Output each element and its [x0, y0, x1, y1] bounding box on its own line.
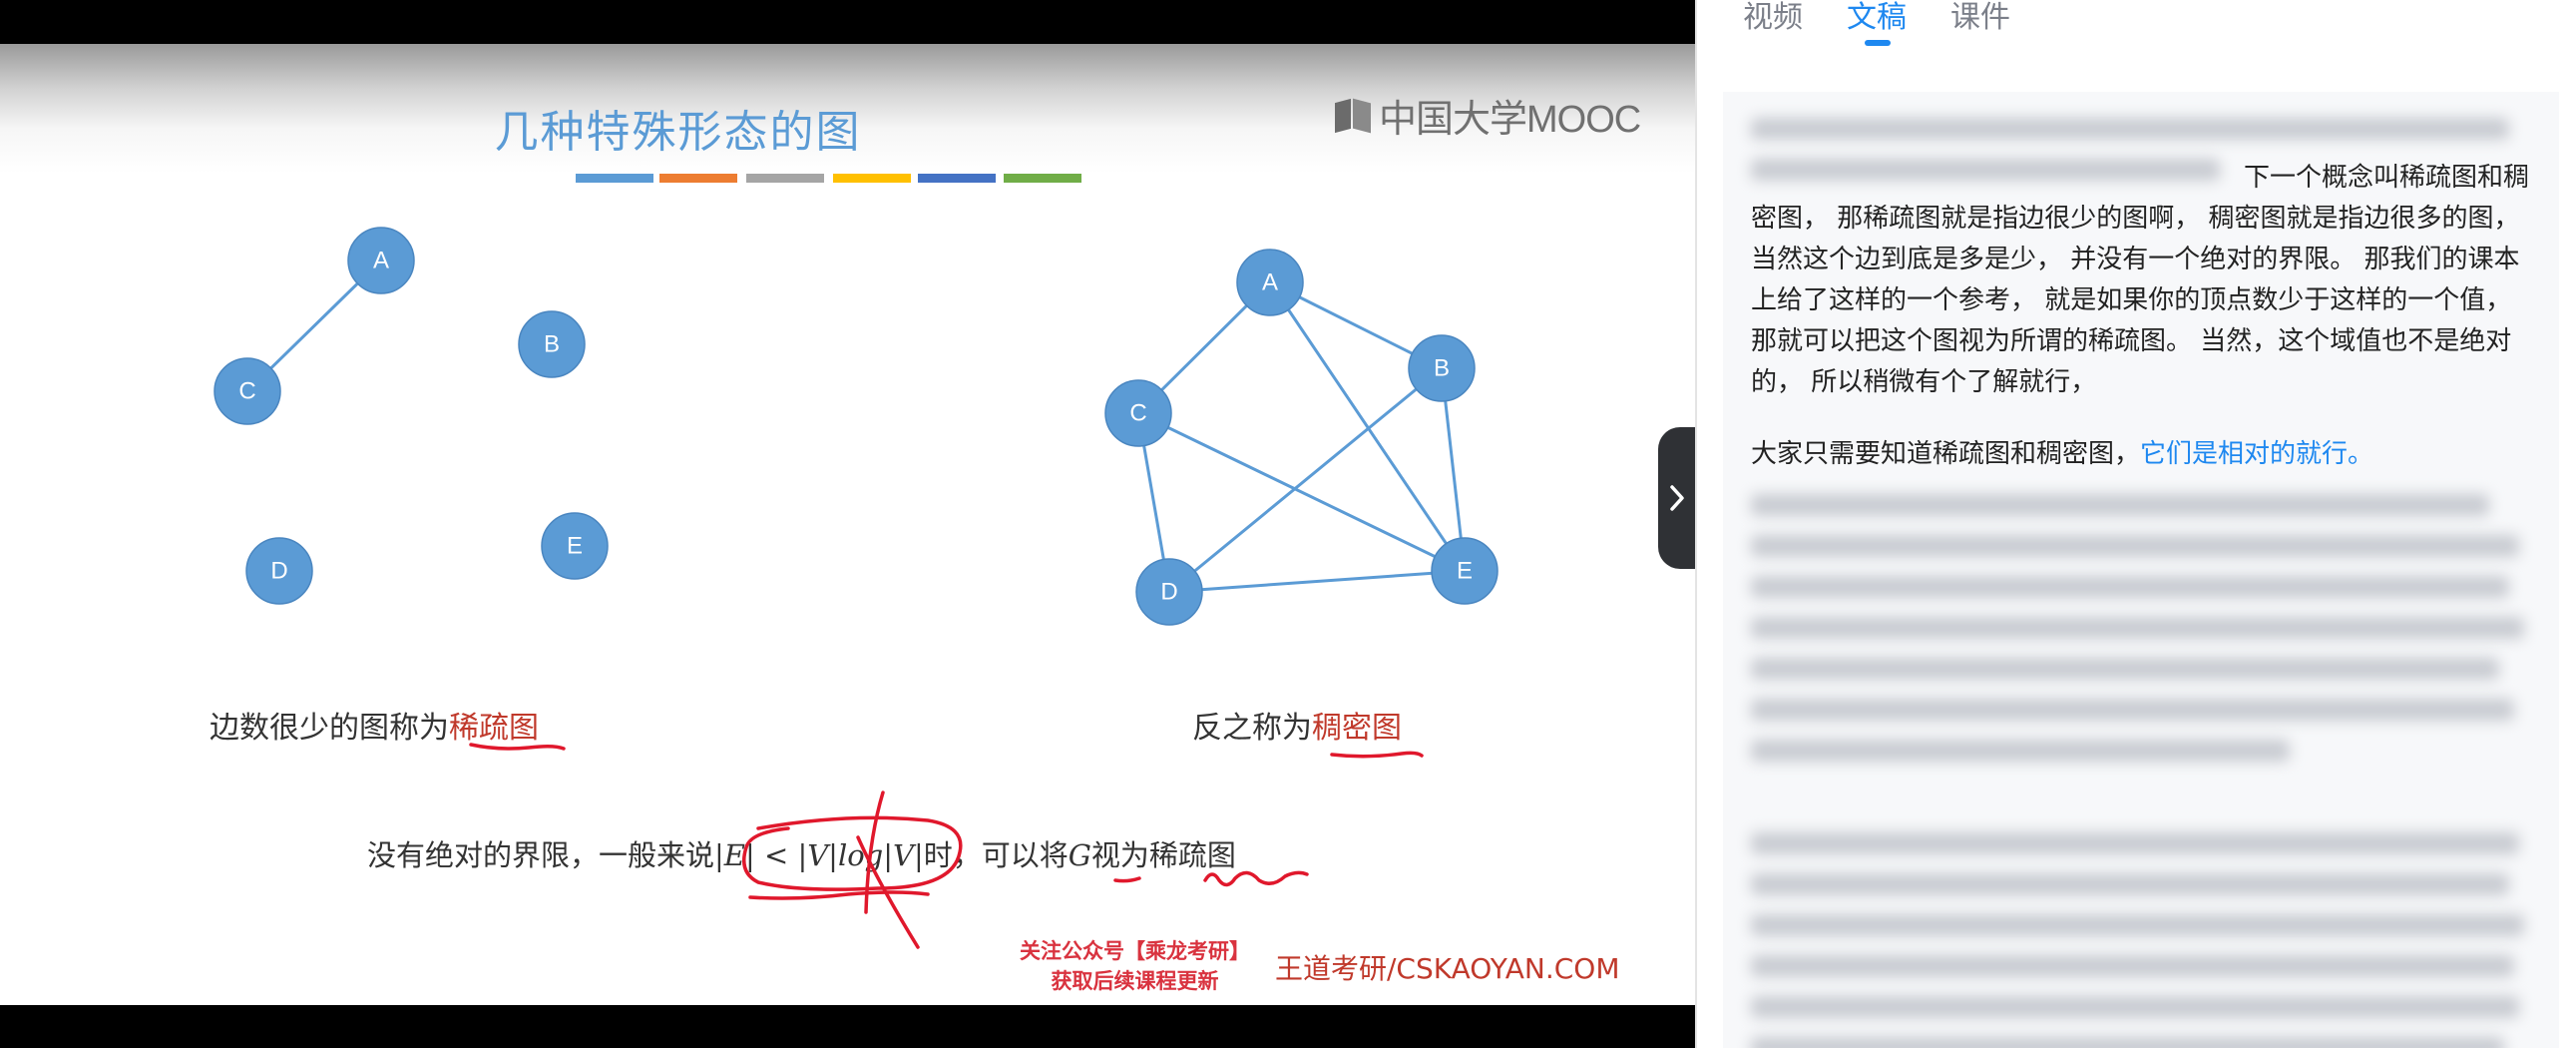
chevron-right-icon	[1670, 485, 1684, 511]
left-node-label-E: E	[567, 533, 583, 560]
tab-courseware[interactable]: 课件	[1950, 0, 2010, 54]
right-edge-AE	[1268, 281, 1467, 572]
promo-line-2: 获取后续课程更新	[1051, 969, 1219, 993]
tab-transcript[interactable]: 文稿	[1847, 0, 1907, 54]
promo-line-1: 关注公众号【乘龙考研】	[1020, 939, 1250, 963]
collapse-panel-button[interactable]	[1658, 427, 1696, 569]
transcript-blurred-below	[1751, 475, 2529, 1048]
left-node-label-A: A	[373, 248, 389, 274]
left-node-label-B: B	[544, 331, 560, 358]
transcript-area[interactable]: 下一个概念叫稀疏图和稠密图， 那稀疏图就是指边很少的图啊， 稠密图就是指边很多的…	[1723, 92, 2559, 1048]
video-player[interactable]: 几种特殊形态的图 中国大学MOOC ABCDEABCDE 边数很少的图称为稀疏图…	[0, 0, 1695, 1048]
left-node-label-C: C	[238, 378, 255, 405]
transcript-current-sentence: 它们是相对的就行。	[2140, 439, 2374, 469]
right-node-label-A: A	[1262, 269, 1278, 296]
transcript-text-plain: 大家只需要知道稀疏图和稠密图，	[1751, 439, 2141, 469]
caption-sparse-prefix: 边数很少的图称为	[210, 711, 449, 746]
sparse-threshold-note: 没有绝对的界限，一般来说|E| < |V|log|V|时，可以将G视为稀疏图	[367, 832, 1236, 874]
right-edge-CE	[1137, 411, 1466, 573]
right-node-label-B: B	[1434, 355, 1450, 382]
transcript-paragraph-1: 下一个概念叫稀疏图和稠密图， 那稀疏图就是指边很少的图啊， 稠密图就是指边很多的…	[1751, 163, 2530, 397]
right-node-label-C: C	[1129, 400, 1146, 427]
footnote-suffix: 视为稀疏图	[1090, 838, 1236, 872]
lecture-slide: 几种特殊形态的图 中国大学MOOC ABCDEABCDE 边数很少的图称为稀疏图…	[0, 44, 1695, 1005]
caption-dense-prefix: 反之称为	[1192, 711, 1312, 746]
footnote-middle: 时，可以将	[923, 838, 1069, 872]
panel-tabs: 视频 文稿 课件	[1743, 0, 2010, 54]
footnote-variable: G	[1068, 838, 1091, 872]
tab-video[interactable]: 视频	[1743, 0, 1803, 54]
caption-sparse-term: 稀疏图	[449, 711, 539, 746]
side-panel: 视频 文稿 课件 下一个概念叫稀疏图和稠密图， 那稀疏图就是指边很少的图啊， 稠…	[1695, 0, 2576, 1048]
footnote-formula: |E| < |V|log|V|	[714, 838, 924, 872]
caption-sparse: 边数很少的图称为稀疏图	[210, 703, 539, 747]
footnote-prefix: 没有绝对的界限，一般来说	[367, 838, 715, 872]
transcript-paragraph: 下一个概念叫稀疏图和稠密图， 那稀疏图就是指边很少的图啊， 稠密图就是指边很多的…	[1751, 158, 2539, 403]
transcript-paragraph-2: 大家只需要知道稀疏图和稠密图，它们是相对的就行。	[1751, 434, 2539, 475]
right-node-label-D: D	[1160, 579, 1177, 606]
right-edge-BD	[1168, 366, 1443, 594]
website-watermark: 王道考研/CSKAOYAN.COM	[1275, 952, 1620, 985]
right-node-label-E: E	[1457, 558, 1473, 585]
caption-dense-term: 稠密图	[1312, 711, 1402, 746]
right-edge-DE	[1168, 569, 1466, 594]
left-node-label-D: D	[270, 558, 287, 585]
caption-dense: 反之称为稠密图	[1192, 703, 1402, 747]
wechat-promo: 关注公众号【乘龙考研】 获取后续课程更新	[1020, 936, 1250, 996]
